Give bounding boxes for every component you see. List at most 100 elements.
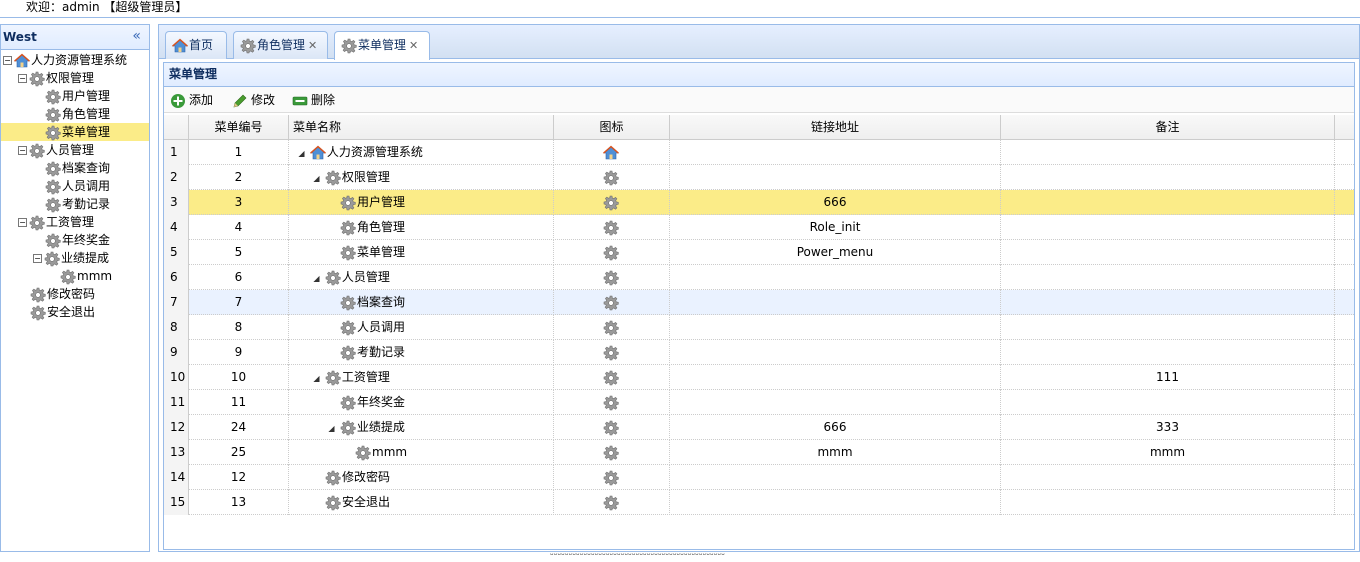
table-row[interactable]: 9 9 考勤记录 [164,340,1354,365]
tree-node[interactable]: − 业绩提成 [1,249,149,267]
panel-title: 菜单管理 [164,63,1354,87]
table-row[interactable]: 1 1 ◢ 人力资源管理系统 [164,140,1354,165]
collapse-toggle-icon[interactable]: − [3,56,12,65]
gear-icon [603,220,619,236]
menu-name-label: 年终奖金 [357,395,406,409]
gear-icon [30,305,46,321]
grid-header: 菜单编号 菜单名称 图标 链接地址 备注 [164,115,1354,140]
tab-label: 角色管理 [257,38,306,52]
menu-name-label: mmm [372,445,408,459]
menu-name-label: 业绩提成 [356,420,405,434]
tree-node[interactable]: 考勤记录 [1,195,149,213]
expand-arrow-icon[interactable]: ◢ [297,141,306,165]
south-panel-handle[interactable]: ᵕᵕᵕᵕᵕᵕᵕᵕᵕᵕᵕᵕᵕᵕᵕᵕᵕᵕᵕᵕᵕᵕᵕᵕᵕᵕᵕᵕᵕᵕᵕᵕᵕᵕᵕᵕᵕᵕᵕᵕ… [550,552,810,562]
tree-node[interactable]: 人员调用 [1,177,149,195]
table-row[interactable]: 13 25 mmm mmm mmm [164,440,1354,465]
tree-node[interactable]: 修改密码 [1,285,149,303]
edit-button[interactable]: 修改 [232,91,275,109]
row-number: 6 [164,265,189,290]
expand-arrow-icon[interactable]: ◢ [312,366,321,390]
gear-icon [30,287,46,303]
delete-button[interactable]: 删除 [292,91,335,109]
column-header[interactable]: 菜单名称 [289,115,554,140]
tree-node[interactable]: 安全退出 [1,303,149,321]
gear-icon [325,170,341,186]
menu-name-cell: 修改密码 [289,465,554,490]
tree-node[interactable]: 年终奖金 [1,231,149,249]
table-row[interactable]: 15 13 安全退出 [164,490,1354,515]
note-cell [1001,165,1335,190]
column-header[interactable]: 菜单编号 [189,115,289,140]
add-button[interactable]: 添加 [170,91,213,109]
tree-node[interactable]: − 工资管理 [1,213,149,231]
icon-cell [554,415,670,440]
tree-node-label: 业绩提成 [61,251,110,265]
table-row[interactable]: 4 4 角色管理 Role_init [164,215,1354,240]
expand-arrow-icon[interactable]: ◢ [327,416,336,440]
table-row[interactable]: 11 11 年终奖金 [164,390,1354,415]
table-row[interactable]: 14 12 修改密码 [164,465,1354,490]
tree-node[interactable]: 菜单管理 [1,123,149,141]
icon-cell [554,340,670,365]
column-header[interactable]: 图标 [554,115,670,140]
table-row[interactable]: 6 6 ◢ 人员管理 [164,265,1354,290]
tree-node-label: 角色管理 [62,107,111,121]
tab-menu-management[interactable]: 菜单管理 ✕ [334,31,430,60]
collapse-toggle-icon[interactable]: − [18,146,27,155]
table-row[interactable]: 10 10 ◢ 工资管理 111 [164,365,1354,390]
tree-node[interactable]: − 人员管理 [1,141,149,159]
url-cell: 666 [670,190,1001,215]
column-header[interactable]: 备注 [1001,115,1335,140]
gear-icon [603,295,619,311]
menu-name-cell: ◢ 业绩提成 [289,415,554,440]
tree-node-label: 用户管理 [62,89,111,103]
menu-id-cell: 1 [189,140,289,165]
edit-button-label: 修改 [251,93,276,107]
note-cell: 111 [1001,365,1335,390]
toolbar: 添加 修改 删除 [164,87,1354,113]
url-cell [670,315,1001,340]
tree-node[interactable]: 用户管理 [1,87,149,105]
icon-cell [554,390,670,415]
gear-icon [340,245,356,261]
close-icon[interactable]: ✕ [409,39,418,52]
expand-arrow-icon[interactable]: ◢ [312,166,321,190]
gear-icon [325,270,341,286]
close-icon[interactable]: ✕ [308,39,317,52]
table-row[interactable]: 12 24 ◢ 业绩提成 666 333 [164,415,1354,440]
table-row[interactable]: 2 2 ◢ 权限管理 [164,165,1354,190]
column-header[interactable]: 链接地址 [670,115,1001,140]
menu-name-cell: ◢ 工资管理 [289,365,554,390]
tree-node[interactable]: − 权限管理 [1,69,149,87]
gear-icon [603,420,619,436]
menu-id-cell: 2 [189,165,289,190]
table-row[interactable]: 5 5 菜单管理 Power_menu [164,240,1354,265]
tab-role-management[interactable]: 角色管理 ✕ [233,31,328,59]
collapse-left-icon[interactable]: « [132,28,141,44]
note-cell [1001,290,1335,315]
tab-home[interactable]: 首页 [165,31,227,59]
menu-id-cell: 11 [189,390,289,415]
table-row[interactable]: 7 7 档案查询 [164,290,1354,315]
menu-name-label: 工资管理 [341,370,390,384]
menu-id-cell: 12 [189,465,289,490]
icon-cell [554,315,670,340]
row-number-header [164,115,189,140]
menu-name-label: 菜单管理 [357,245,406,259]
expand-arrow-icon[interactable]: ◢ [312,266,321,290]
collapse-toggle-icon[interactable]: − [33,254,42,263]
collapse-toggle-icon[interactable]: − [18,74,27,83]
tree-node[interactable]: − 人力资源管理系统 [1,51,149,69]
row-number: 4 [164,215,189,240]
tree-node[interactable]: mmm [1,267,149,285]
collapse-toggle-icon[interactable]: − [18,218,27,227]
gear-icon [340,220,356,236]
table-row[interactable]: 8 8 人员调用 [164,315,1354,340]
tree-node[interactable]: 档案查询 [1,159,149,177]
url-cell: Power_menu [670,240,1001,265]
tree-node[interactable]: 角色管理 [1,105,149,123]
row-number: 11 [164,390,189,415]
table-row[interactable]: 3 3 用户管理 666 [164,190,1354,215]
url-cell: 666 [670,415,1001,440]
row-number: 1 [164,140,189,165]
